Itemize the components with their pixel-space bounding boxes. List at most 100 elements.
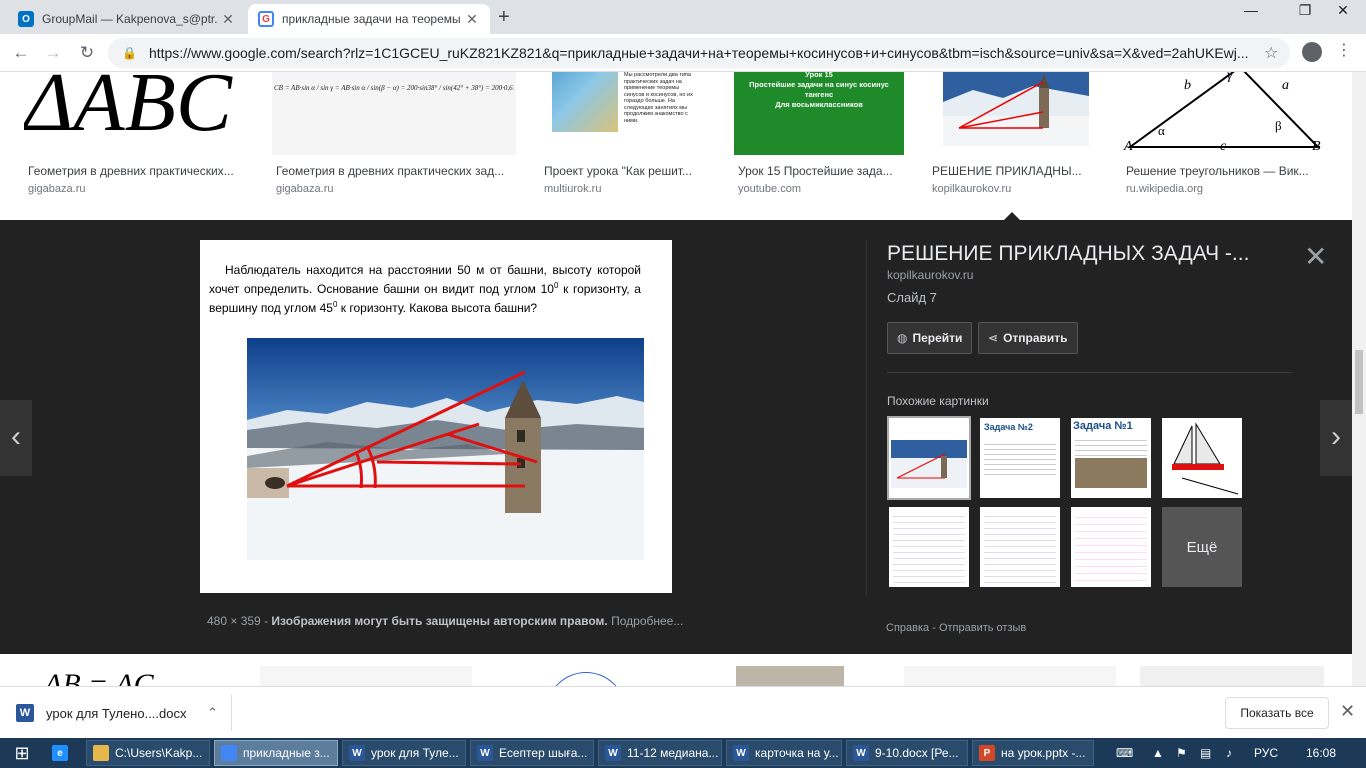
download-bar: W урок для Тулено....docx ⌃ Показать все… [0,686,1366,738]
tab-close-icon[interactable]: ✕ [464,11,480,28]
taskbar-item[interactable]: Pна урок.pptx -... [972,740,1094,766]
result-caption[interactable]: Геометрия в древних практических... [28,164,248,178]
similar-title: Задача №1 [1073,420,1133,432]
result-caption[interactable]: Решение треугольников — Вик... [1126,164,1336,178]
thumb-text: CB = AB·sin α / sin γ = AB·sin α / sin(β… [274,84,514,92]
preview-title[interactable]: РЕШЕНИЕ ПРИКЛАДНЫХ ЗАДАЧ -... [887,242,1249,266]
similar-image-5[interactable] [889,507,969,587]
taskbar-item[interactable]: W Есептер шыға... [470,740,594,766]
windows-taskbar: ⊞ e C:\Users\Kakp... прикладные з... Wурок… [0,738,1366,768]
share-button[interactable]: ⋖ Отправить [978,322,1078,354]
similar-image-1[interactable] [887,416,971,500]
tab-title: прикладные задачи на теоремы [282,12,461,26]
result-thumbnail[interactable]: b γ a α β A c B [1122,72,1332,155]
result-tile[interactable] [904,666,1116,686]
similar-image-7[interactable] [1071,507,1151,587]
more-info-link[interactable]: Подробнее... [611,614,683,628]
keyboard-icon[interactable]: ⌨ [1116,738,1133,768]
similar-image-4[interactable] [1162,418,1242,498]
download-item[interactable]: W урок для Тулено....docx ⌃ [10,695,232,731]
share-icon: ⋖ [988,331,999,345]
volume-icon[interactable]: ♪ [1226,738,1232,768]
similar-image-3[interactable]: Задача №1 [1071,418,1151,498]
result-tile[interactable]: Мы рассмотрели два типа практических зад… [540,72,710,195]
next-image-arrow-icon[interactable]: › [1320,400,1352,476]
result-tile[interactable]: ΔABC Геометрия в древних практических...… [24,72,244,195]
outlook-icon: O [18,11,34,27]
triangle-label: γ [1227,72,1233,83]
ie-icon[interactable]: e [46,740,80,766]
taskbar-item[interactable]: прикладные з... [214,740,338,766]
result-tile[interactable]: Урок 15 Простейшие задачи на синус косин… [734,72,904,195]
address-bar[interactable]: 🔒 https://www.google.com/search?rlz=1C1G… [108,38,1290,68]
result-thumbnail[interactable] [928,72,1098,155]
minimize-button[interactable]: — [1228,0,1274,22]
word-icon: W [605,745,621,761]
result-thumbnail[interactable]: CB = AB·sin α / sin γ = AB·sin α / sin(β… [272,72,516,155]
similar-image-6[interactable] [980,507,1060,587]
windows-start-icon[interactable]: ⊞ [0,738,44,768]
visit-button[interactable]: ◍ Перейти [887,322,973,354]
forward-icon[interactable]: → [42,42,64,64]
reload-icon[interactable]: ↻ [76,42,98,64]
more-similar-button[interactable]: Ещё [1162,507,1242,587]
result-domain: ru.wikipedia.org [1126,183,1204,195]
triangle-label: A [1123,139,1133,154]
tab-google-images[interactable]: G прикладные задачи на теоремы ✕ [248,4,490,34]
close-download-bar-icon[interactable]: ✕ [1340,701,1355,722]
network-icon[interactable]: ▤ [1200,738,1211,768]
result-thumbnail[interactable]: ΔABC [24,72,244,155]
taskbar-item-label: прикладные з... [243,746,330,760]
show-all-downloads-button[interactable]: Показать все [1225,697,1329,729]
bookmark-star-icon[interactable]: ☆ [1264,43,1290,63]
result-tile[interactable] [260,666,472,686]
close-preview-icon[interactable]: ✕ [1304,240,1327,273]
result-thumbnail[interactable]: Мы рассмотрели два типа практических зад… [540,72,710,155]
preview-source[interactable]: kopilkaurokov.ru [887,268,973,282]
menu-kebab-icon[interactable]: ⋮ [1336,40,1352,60]
result-tile[interactable] [736,666,844,686]
taskbar-item[interactable]: C:\Users\Kakp... [86,740,210,766]
tab-close-icon[interactable]: ✕ [220,11,236,28]
problem-text: Наблюдатель находится на расстоянии 50 м… [209,263,641,315]
result-caption[interactable]: Геометрия в древних практических зад... [276,164,520,178]
page-scrollbar[interactable] [1352,72,1366,686]
back-icon[interactable]: ← [10,42,32,64]
taskbar-item[interactable]: W 9-10.docx [Ре... [846,740,968,766]
result-tile[interactable] [496,666,676,686]
result-caption[interactable]: Урок 15 Простейшие зада... [738,164,908,178]
result-caption[interactable]: Проект урока "Как решит... [544,164,714,178]
similar-images-heading: Похожие картинки [887,394,989,408]
tray-expand-icon[interactable]: ▲ [1152,738,1164,768]
result-caption[interactable]: РЕШЕНИЕ ПРИКЛАДНЫ... [932,164,1102,178]
taskbar-item[interactable]: W 11-12 медиана... [598,740,722,766]
image-info-line: 480 × 359 - Изображения могут быть защищ… [207,614,683,628]
flag-icon[interactable]: ⚑ [1176,738,1187,768]
profile-avatar-icon[interactable] [1302,42,1322,62]
taskbar-item[interactable]: Wурок для Туле... [342,740,466,766]
close-window-button[interactable]: ✕ [1320,0,1366,22]
help-link[interactable]: Справка [886,622,929,634]
result-tile[interactable] [1140,666,1324,686]
result-tile[interactable]: b γ a α β A c B Решение треугольников — … [1122,72,1332,195]
google-icon: G [258,11,274,27]
result-tile[interactable]: CB = AB·sin α / sin γ = AB·sin α / sin(β… [272,72,516,195]
result-thumbnail[interactable]: Урок 15 Простейшие задачи на синус косин… [734,72,904,155]
prev-image-arrow-icon[interactable]: ‹ [0,400,32,476]
result-domain: gigabaza.ru [276,183,334,195]
url-text: https://www.google.com/search?rlz=1C1GCE… [148,45,1249,61]
similar-image-2[interactable]: Задача №2 [980,418,1060,498]
preview-image[interactable]: Наблюдатель находится на расстоянии 50 м… [200,240,672,593]
scrollbar-thumb[interactable] [1355,350,1363,414]
language-indicator[interactable]: РУС [1254,738,1278,768]
taskbar-item-label: урок для Туле... [371,746,459,760]
triangle-label: a [1282,78,1289,93]
feedback-link[interactable]: Отправить отзыв [939,622,1026,634]
result-tile-selected[interactable]: РЕШЕНИЕ ПРИКЛАДНЫ... kopilkaurokov.ru [928,72,1098,195]
clock[interactable]: 16:08 [1306,738,1336,768]
new-tab-button[interactable]: + [498,6,510,29]
map-image [552,72,618,132]
tab-groupmail[interactable]: O GroupMail — Kakpenova_s@ptr. ✕ [8,4,246,34]
taskbar-item[interactable]: Wкарточка на у... [726,740,842,766]
chevron-up-icon[interactable]: ⌃ [207,705,231,721]
